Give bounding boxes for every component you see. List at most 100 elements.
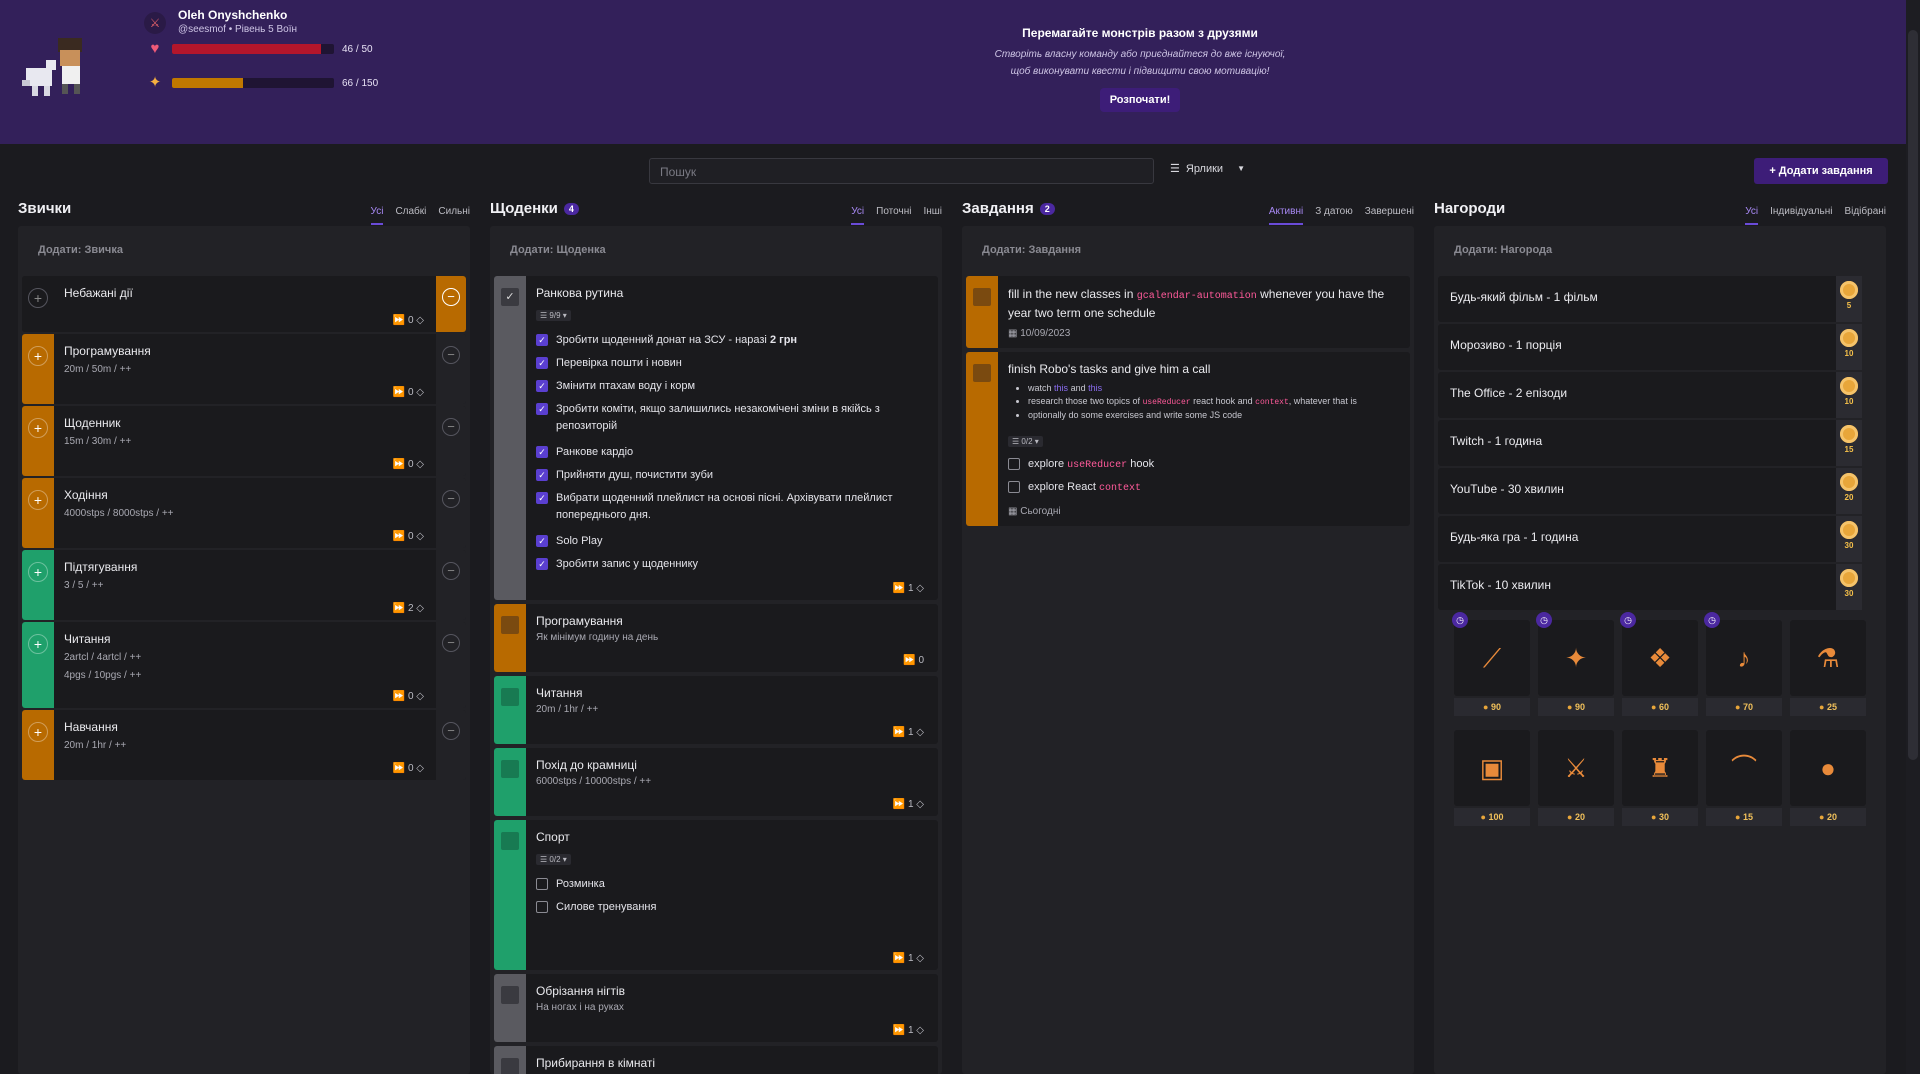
- checkbox-unchecked[interactable]: [536, 878, 548, 890]
- potion-icon[interactable]: ⚗: [1790, 620, 1866, 696]
- shop-item[interactable]: ● ● 20: [1790, 730, 1866, 830]
- minus-icon[interactable]: −: [442, 346, 460, 364]
- reward-row[interactable]: Будь-яка гра - 1 година 30: [1438, 516, 1862, 562]
- shop-item[interactable]: ⚗ ● 25: [1790, 620, 1866, 720]
- reward-buy-button[interactable]: 30: [1836, 564, 1862, 610]
- tab-weak[interactable]: Слабкі: [395, 206, 426, 225]
- daily-card[interactable]: Читання 20m / 1hr / ++ ⏩ 1 ◇: [494, 676, 938, 744]
- reward-buy-button[interactable]: 10: [1836, 324, 1862, 370]
- shop-item[interactable]: ⚔ ● 20: [1538, 730, 1614, 830]
- tab-all[interactable]: Усі: [370, 206, 384, 225]
- reward-row[interactable]: YouTube - 30 хвилин 20: [1438, 468, 1862, 514]
- tags-filter-button[interactable]: ☰ Ярлики ▼: [1170, 162, 1245, 176]
- tab-completed[interactable]: Завершені: [1365, 206, 1414, 225]
- tab-strong[interactable]: Сильні: [438, 206, 470, 225]
- egg-icon[interactable]: ●: [1790, 730, 1866, 806]
- tab-dated[interactable]: З датою: [1315, 206, 1353, 225]
- sword-icon[interactable]: ⟋: [1454, 620, 1530, 696]
- checklist-item[interactable]: ✓ Зробити запис у щоденнику: [536, 556, 916, 573]
- plus-icon[interactable]: +: [28, 634, 48, 654]
- habit-card[interactable]: + Підтягування 3 / 5 / ++ ⏩ 2 ◇ −: [22, 550, 466, 620]
- daily-card[interactable]: Спорт ☰ 0/2 ▾ Розминка Силове тренування…: [494, 820, 938, 970]
- tab-all[interactable]: Усі: [851, 206, 865, 225]
- start-party-button[interactable]: Розпочати!: [1099, 88, 1181, 112]
- reward-buy-button[interactable]: 20: [1836, 468, 1862, 514]
- minus-icon[interactable]: −: [442, 490, 460, 508]
- tab-other[interactable]: Інші: [923, 206, 942, 225]
- reward-buy-button[interactable]: 10: [1836, 372, 1862, 418]
- add-reward-input[interactable]: Додати: Нагорода: [1434, 226, 1886, 266]
- hat-icon[interactable]: ⌒: [1706, 730, 1782, 806]
- daily-checkbox[interactable]: [501, 986, 519, 1004]
- todo-checkbox[interactable]: [973, 288, 991, 306]
- checklist-progress[interactable]: ☰ 9/9 ▾: [536, 310, 571, 321]
- habit-card[interactable]: + Читання 2artcl / 4artcl / ++ 4pgs / 10…: [22, 622, 466, 708]
- shop-item[interactable]: ✦ ◷ ● 90: [1536, 612, 1614, 720]
- minus-icon[interactable]: −: [442, 288, 460, 306]
- habit-card[interactable]: + Щоденник 15m / 30m / ++ ⏩ 0 ◇ −: [22, 406, 466, 476]
- shop-item[interactable]: ♪ ◷ ● 70: [1704, 612, 1782, 720]
- checkbox-checked[interactable]: ✓: [536, 535, 548, 547]
- minus-icon[interactable]: −: [442, 634, 460, 652]
- reward-row[interactable]: Будь-який фільм - 1 фільм 5: [1438, 276, 1862, 322]
- checklist-item[interactable]: Силове тренування: [536, 899, 916, 916]
- add-task-button[interactable]: + Додати завдання: [1754, 158, 1888, 184]
- checklist-item[interactable]: ✓ Вибрати щоденний плейлист на основі піс…: [536, 490, 916, 524]
- daily-checkbox[interactable]: [501, 832, 519, 850]
- reward-buy-button[interactable]: 5: [1836, 276, 1862, 322]
- checkbox-checked[interactable]: ✓: [536, 380, 548, 392]
- plus-icon[interactable]: +: [28, 418, 48, 438]
- checklist-progress[interactable]: ☰ 0/2 ▾: [1008, 436, 1043, 447]
- todo-checkbox[interactable]: [973, 364, 991, 382]
- checklist-progress[interactable]: ☰ 0/2 ▾: [536, 854, 571, 865]
- minus-icon[interactable]: −: [442, 418, 460, 436]
- tab-custom[interactable]: Індивідуальні: [1770, 206, 1832, 225]
- reward-buy-button[interactable]: 15: [1836, 420, 1862, 466]
- minus-icon[interactable]: −: [442, 562, 460, 580]
- todo-card[interactable]: fill in the new classes in gcalendar-aut…: [966, 276, 1410, 348]
- avatar[interactable]: [22, 38, 104, 106]
- note-link[interactable]: this: [1088, 383, 1102, 393]
- checklist-item[interactable]: ✓ Ранкове кардіо: [536, 444, 916, 461]
- tab-current[interactable]: Поточні: [876, 206, 911, 225]
- tab-wishlist[interactable]: Відібрані: [1844, 206, 1886, 225]
- checkbox-checked[interactable]: ✓: [536, 357, 548, 369]
- note-link[interactable]: this: [1054, 383, 1068, 393]
- checklist-item[interactable]: ✓ Змінити птахам воду і корм: [536, 378, 916, 395]
- checklist-item[interactable]: ✓ Solo Play: [536, 533, 916, 550]
- daily-card[interactable]: Обрізання нігтів На ногах і на руках ⏩ 1…: [494, 974, 938, 1042]
- checklist-item[interactable]: Розминка: [536, 876, 916, 893]
- dragon-icon[interactable]: ✦: [1538, 620, 1614, 696]
- checkbox-unchecked[interactable]: [1008, 481, 1020, 493]
- page-scrollbar[interactable]: [1906, 0, 1920, 1074]
- scroll-thumb[interactable]: [1908, 30, 1918, 760]
- daily-checkbox[interactable]: [501, 688, 519, 706]
- checklist-item[interactable]: ✓ Зробити коміти, якщо залишились незаком…: [536, 401, 916, 435]
- shop-item[interactable]: ♜ ● 30: [1622, 730, 1698, 830]
- checkbox-checked[interactable]: ✓: [536, 446, 548, 458]
- plus-icon[interactable]: +: [28, 562, 48, 582]
- reward-row[interactable]: Морозиво - 1 порція 10: [1438, 324, 1862, 370]
- minus-icon[interactable]: −: [442, 722, 460, 740]
- checkbox-checked[interactable]: ✓: [536, 558, 548, 570]
- shop-item[interactable]: ▣ ● 100: [1454, 730, 1530, 830]
- daily-checkbox[interactable]: [501, 1058, 519, 1074]
- checkbox-checked[interactable]: ✓: [536, 492, 548, 504]
- daily-card[interactable]: Програмування Як мінімум годину на день …: [494, 604, 938, 672]
- plus-icon[interactable]: +: [28, 346, 48, 366]
- reward-row[interactable]: Twitch - 1 година 15: [1438, 420, 1862, 466]
- daily-checkbox[interactable]: [501, 760, 519, 778]
- checklist-item[interactable]: explore useReducer hook: [1008, 456, 1388, 474]
- armor-icon[interactable]: ♜: [1622, 730, 1698, 806]
- tab-all[interactable]: Усі: [1745, 206, 1759, 225]
- checkbox-checked[interactable]: ✓: [536, 403, 548, 415]
- reward-row[interactable]: The Office - 2 епізоди 10: [1438, 372, 1862, 418]
- checkbox-checked[interactable]: ✓: [536, 469, 548, 481]
- search-input[interactable]: Пошук: [649, 158, 1154, 184]
- habit-card[interactable]: + Програмування 20m / 50m / ++ ⏩ 0 ◇ −: [22, 334, 466, 404]
- plus-icon[interactable]: +: [28, 490, 48, 510]
- reward-buy-button[interactable]: 30: [1836, 516, 1862, 562]
- daily-checkbox[interactable]: [501, 616, 519, 634]
- daily-card[interactable]: Похід до крамниці 6000stps / 10000stps /…: [494, 748, 938, 816]
- add-habit-input[interactable]: Додати: Звичка: [18, 226, 470, 266]
